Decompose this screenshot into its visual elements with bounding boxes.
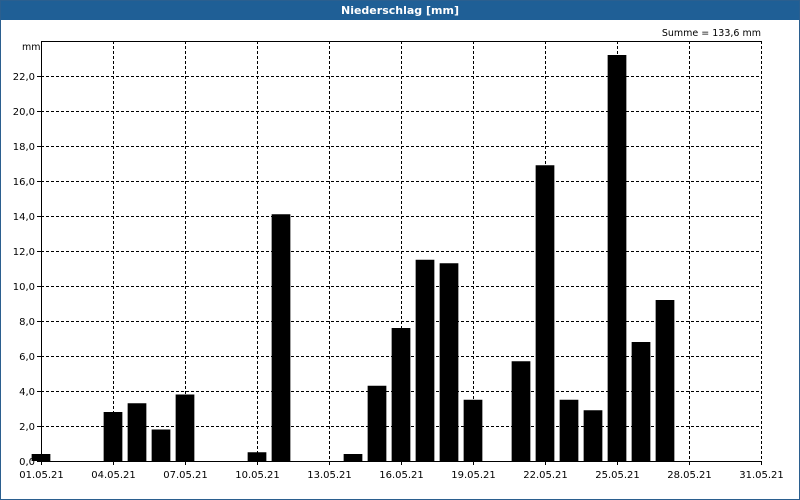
y-tick-label: 8,0 [19, 317, 35, 328]
x-tick-label: 04.05.21 [91, 470, 136, 481]
bar [247, 452, 267, 461]
bar [271, 214, 291, 461]
y-tick-label: 14,0 [13, 212, 35, 223]
y-ticks: 0,0 2,0 4,0 6,0 8,0 10,0 12,0 14,0 16,0 18,0 20,0 2… [13, 72, 41, 468]
x-tick-label: 25.05.21 [595, 470, 640, 481]
bar [631, 342, 651, 461]
y-tick-label: 20,0 [13, 107, 35, 118]
bar [559, 399, 579, 461]
bar [535, 165, 555, 461]
bar [151, 429, 171, 461]
x-tick-label: 13.05.21 [307, 470, 352, 481]
bar [607, 55, 627, 461]
y-tick-label: 22,0 [13, 72, 35, 83]
bar [583, 410, 603, 461]
x-tick-label: 16.05.21 [379, 470, 424, 481]
bar [655, 300, 675, 461]
x-tick-label: 10.05.21 [235, 470, 280, 481]
y-tick-label: 6,0 [19, 352, 35, 363]
y-tick-label: 0,0 [19, 457, 35, 468]
x-tick-label: 31.05.21 [739, 470, 784, 481]
bar [391, 328, 411, 461]
precipitation-chart: mm Summe = 133,6 mm 0,0 2,0 4,0 6,0 8,0 10,0 1… [13, 28, 784, 481]
y-tick-label: 2,0 [19, 422, 35, 433]
bars [31, 55, 675, 461]
y-axis-unit-label: mm [22, 42, 41, 53]
y-tick-label: 4,0 [19, 387, 35, 398]
bar [103, 412, 123, 461]
bar [511, 361, 531, 461]
x-tick-label: 28.05.21 [667, 470, 712, 481]
bar [175, 394, 195, 461]
y-tick-label: 10,0 [13, 282, 35, 293]
x-ticks: 01.05.21 04.05.21 07.05.21 10.05.21 13.05.21… [19, 461, 784, 481]
bar [127, 403, 147, 461]
x-tick-label: 07.05.21 [163, 470, 208, 481]
bar [367, 385, 387, 461]
bar [439, 263, 459, 461]
x-tick-label: 01.05.21 [19, 470, 64, 481]
bar [463, 399, 483, 461]
x-tick-label: 22.05.21 [523, 470, 568, 481]
bar [343, 454, 363, 461]
y-tick-label: 18,0 [13, 142, 35, 153]
y-tick-label: 12,0 [13, 247, 35, 258]
y-tick-label: 16,0 [13, 177, 35, 188]
bar [415, 259, 435, 461]
x-tick-label: 19.05.21 [451, 470, 496, 481]
sum-annotation: Summe = 133,6 mm [662, 28, 761, 39]
